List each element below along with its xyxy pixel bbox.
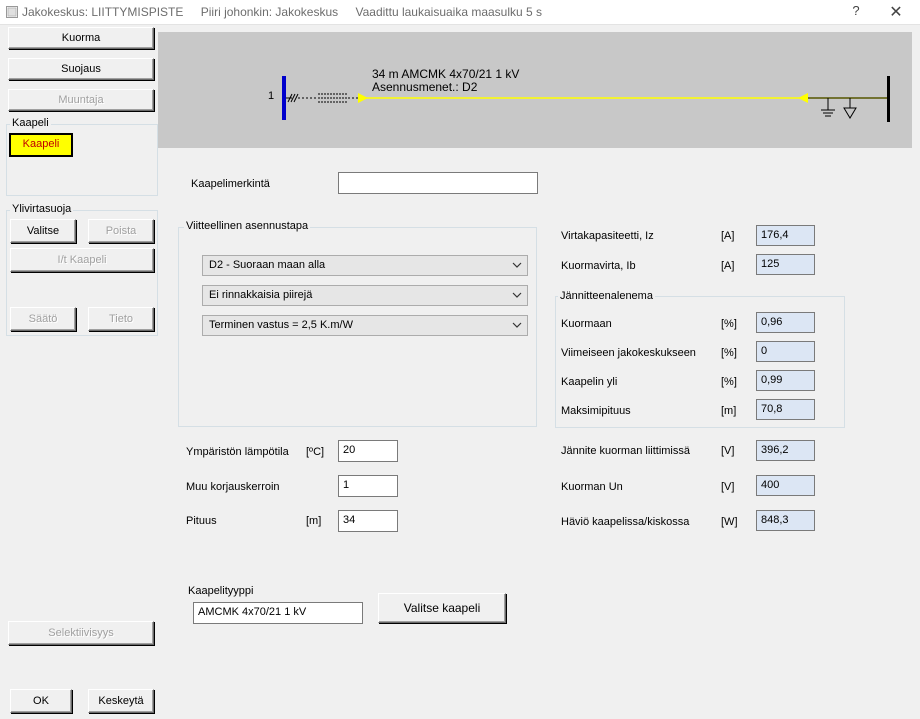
iz-value: 176,4 (756, 225, 815, 246)
liitin-jannite-label: Jännite kuorman liittimissä (561, 445, 690, 457)
title-main: Jakokeskus: LIITTYMISPISTE (22, 5, 184, 19)
chevron-down-icon (512, 322, 522, 328)
kuormaan-label: Kuormaan (561, 318, 612, 330)
viimeiseen-unit: [%] (721, 347, 737, 359)
terminen-vastus-value: Terminen vastus = 2,5 K.m/W (209, 319, 353, 331)
installation-method: Asennusmenet.: D2 (372, 80, 478, 94)
muuntaja-button[interactable]: Muuntaja (8, 89, 154, 111)
ymparisto-unit: [ºC] (306, 446, 325, 458)
maksimipituus-label: Maksimipituus (561, 405, 631, 417)
kaapelimerkinta-label: Kaapelimerkintä (191, 178, 270, 190)
havio-label: Häviö kaapelissa/kiskossa (561, 516, 690, 528)
earth-icon (808, 97, 887, 119)
title-time: Vaadittu laukaisuaika maasulku 5 s (355, 5, 543, 19)
suojaus-button[interactable]: Suojaus (8, 58, 154, 80)
viimeiseen-value: 0 (756, 341, 815, 362)
terminen-vastus-select[interactable]: Terminen vastus = 2,5 K.m/W (202, 315, 528, 336)
ymparisto-label: Ympäristön lämpötila (186, 446, 289, 458)
poista-button[interactable]: Poista (88, 219, 154, 243)
viimeiseen-label: Viimeiseen jakokeskukseen (561, 347, 696, 359)
kuormaan-value: 0,96 (756, 312, 815, 333)
cable-diagram: 1 34 m AMCMK 4x70/21 1 kV Asennusmenet.:… (158, 32, 912, 148)
saato-button[interactable]: Säätö (10, 307, 76, 331)
cable-description: 34 m AMCMK 4x70/21 1 kV (372, 67, 520, 81)
window-title: Jakokeskus: LIITTYMISPISTE Piiri johonki… (22, 5, 556, 19)
valitse-kaapeli-button[interactable]: Valitse kaapeli (378, 593, 506, 623)
asennustapa-select[interactable]: D2 - Suoraan maan alla (202, 255, 528, 276)
maksimipituus-value: 70,8 (756, 399, 815, 420)
ok-button[interactable]: OK (10, 689, 72, 713)
kaapeli-button[interactable]: Kaapeli (9, 133, 73, 157)
kuorman-un-value: 400 (756, 475, 815, 496)
title-circuit: Piiri johonkin: Jakokeskus (200, 5, 339, 19)
kuorman-un-label: Kuorman Un (561, 481, 623, 493)
maksimipituus-unit: [m] (721, 405, 737, 417)
chevron-down-icon (512, 262, 522, 268)
liitin-jannite-value: 396,2 (756, 440, 815, 461)
app-icon (6, 6, 18, 18)
title-bar: Jakokeskus: LIITTYMISPISTE Piiri johonki… (0, 0, 920, 25)
asennustapa-value: D2 - Suoraan maan alla (209, 259, 326, 271)
source-bus (282, 76, 286, 120)
tieto-button[interactable]: Tieto (88, 307, 154, 331)
ylivirtasuoja-group-label: Ylivirtasuoja (10, 203, 74, 215)
it-kaapeli-button[interactable]: I/t Kaapeli (10, 248, 154, 272)
arrow-end-icon (798, 93, 808, 103)
kaapelin-yli-unit: [%] (721, 376, 737, 388)
pituus-label: Pituus (186, 515, 217, 527)
rinnakkaiset-value: Ei rinnakkaisia piirejä (209, 289, 313, 301)
kuorman-un-unit: [V] (721, 481, 735, 493)
kaapelin-yli-value: 0,99 (756, 370, 815, 391)
havio-unit: [W] (721, 516, 738, 528)
load-bus (887, 76, 890, 122)
muu-korjauskerroin-label: Muu korjauskerroin (186, 481, 280, 493)
kaapelityyppi-label: Kaapelityyppi (188, 585, 254, 597)
kaapelityyppi-input[interactable]: AMCMK 4x70/21 1 kV (193, 602, 363, 624)
kaapeli-group-label: Kaapeli (10, 117, 51, 129)
kaapelin-yli-label: Kaapelin yli (561, 376, 618, 388)
selektiivisyys-button[interactable]: Selektiivisyys (8, 621, 154, 645)
chevron-down-icon (512, 292, 522, 298)
iz-unit: [A] (721, 230, 735, 242)
ib-label: Kuormavirta, Ib (561, 260, 636, 272)
kuormaan-unit: [%] (721, 318, 737, 330)
kaapelimerkinta-input[interactable] (338, 172, 538, 194)
havio-value: 848,3 (756, 510, 815, 531)
jannitteenalenema-group-label: Jännitteenalenema (558, 290, 655, 302)
liitin-jannite-unit: [V] (721, 445, 735, 457)
ymparisto-input[interactable]: 20 (338, 440, 398, 462)
keskeyta-button[interactable]: Keskeytä (88, 689, 154, 713)
arrow-start-icon (358, 93, 368, 103)
muu-korjauskerroin-input[interactable]: 1 (338, 475, 398, 497)
kuorma-button[interactable]: Kuorma (8, 27, 154, 49)
ib-value: 125 (756, 254, 815, 275)
help-button[interactable]: ? (846, 3, 866, 21)
pituus-unit: [m] (306, 515, 322, 527)
ib-unit: [A] (721, 260, 735, 272)
iz-label: Virtakapasiteetti, Iz (561, 230, 654, 242)
close-button[interactable]: ✕ (884, 2, 908, 22)
rinnakkaiset-select[interactable]: Ei rinnakkaisia piirejä (202, 285, 528, 306)
asennustapa-group-label: Viitteellinen asennustapa (184, 220, 311, 232)
valitse-button[interactable]: Valitse (10, 219, 76, 243)
fuse-symbol (318, 93, 348, 103)
pituus-input[interactable]: 34 (338, 510, 398, 532)
node-number: 1 (268, 90, 275, 102)
